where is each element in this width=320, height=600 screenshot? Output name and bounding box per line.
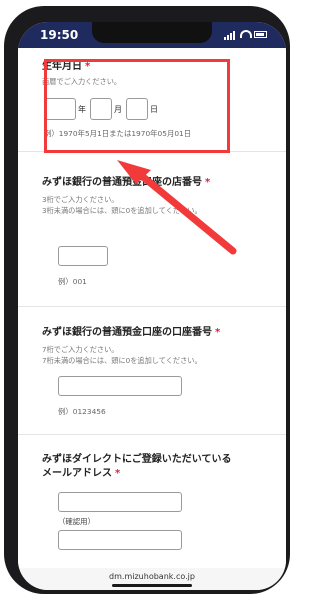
home-indicator — [112, 584, 192, 587]
account-number-input[interactable] — [58, 376, 182, 396]
status-bar: 19:50 — [18, 22, 286, 48]
email-confirm-input[interactable] — [58, 530, 182, 550]
account-title: みずほ銀行の普通預金口座の口座番号 * — [42, 327, 221, 338]
account-hint-1: 7桁でご入力ください。 — [42, 345, 119, 354]
required-mark: * — [115, 468, 121, 479]
divider — [18, 306, 286, 307]
branch-hint-2: 3桁未満の場合には、頭に0を追加してください。 — [42, 206, 202, 215]
branch-title: みずほ銀行の普通預金口座の店番号 * — [42, 177, 211, 188]
required-mark: * — [215, 327, 221, 338]
email-section: みずほダイレクトにご登録いただいている メールアドレス * — [42, 453, 262, 481]
divider — [18, 434, 286, 435]
account-section: みずほ銀行の普通預金口座の口座番号 * 7桁でご入力ください。 7桁未満の場合には… — [42, 326, 262, 366]
wifi-icon — [240, 30, 252, 38]
email-input[interactable] — [58, 492, 182, 512]
status-icons — [224, 30, 268, 40]
branch-example: 例）001 — [58, 277, 87, 286]
email-title-line2: メールアドレス * — [42, 468, 121, 479]
account-example: 例）0123456 — [58, 407, 106, 416]
url-text: dm.mizuhobank.co.jp — [109, 572, 195, 581]
notch — [92, 22, 212, 43]
branch-number-input[interactable] — [58, 246, 108, 266]
status-time: 19:50 — [40, 28, 79, 42]
branch-hint-1: 3桁でご入力ください。 — [42, 195, 119, 204]
branch-section: みずほ銀行の普通預金口座の店番号 * 3桁でご入力ください。 3桁未満の場合には、… — [42, 176, 262, 216]
account-hint-2: 7桁未満の場合には、頭に0を追加してください。 — [42, 356, 202, 365]
required-mark: * — [205, 177, 211, 188]
email-title-line1: みずほダイレクトにご登録いただいている — [42, 454, 232, 465]
battery-icon — [254, 31, 267, 38]
email-confirm-label: （確認用） — [58, 517, 95, 526]
birthdate-highlight-box — [44, 59, 230, 153]
